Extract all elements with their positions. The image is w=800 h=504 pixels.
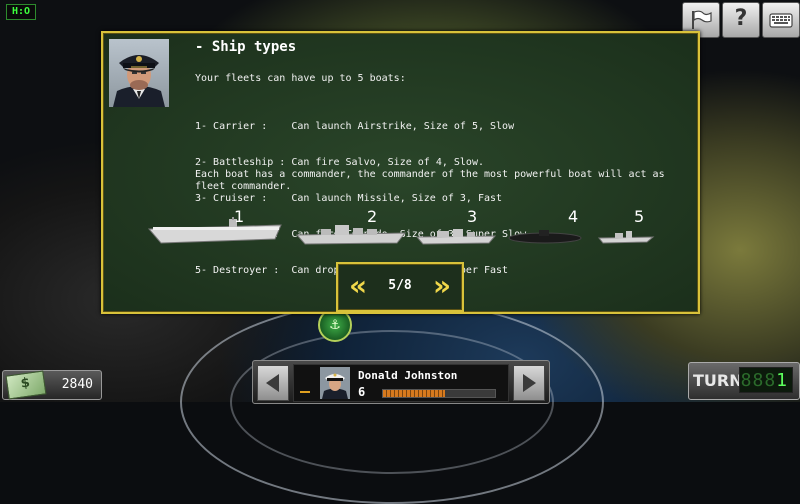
ship-type-cruiser: 3- Cruiser : Can launch Missile, Size of… — [195, 193, 503, 204]
page-navigator: « 5/8 » — [336, 262, 464, 312]
next-page-button[interactable]: » — [428, 270, 456, 304]
ship-number-5: 5 — [634, 207, 645, 226]
submarine-ship-icon — [508, 230, 582, 244]
turn-number: 1 — [776, 370, 788, 391]
turn-label: TURN — [693, 371, 743, 390]
commander-avatar — [320, 367, 350, 399]
arrow-left-icon — [266, 374, 279, 392]
ship-number-4: 4 — [568, 207, 579, 226]
cash-icon — [5, 370, 47, 400]
ship-number-2: 2 — [367, 207, 378, 226]
commander-level: 6 — [358, 385, 366, 399]
keyboard-icon — [769, 13, 793, 28]
rank-indicator — [300, 391, 310, 393]
turn-counter: TURN 8881 — [688, 362, 800, 400]
commander-info[interactable]: Donald Johnston 6 — [293, 364, 509, 402]
experience-bar — [382, 389, 496, 398]
ship-type-battleship: 2- Battleship : Can fire Salvo, Size of … — [195, 157, 484, 168]
ship-number-3: 3 — [467, 207, 478, 226]
cruiser-ship-icon — [415, 229, 497, 245]
turn-digits-dim: 888 — [740, 370, 777, 391]
admiral-portrait — [109, 39, 169, 107]
commander-name: Donald Johnston — [358, 369, 458, 382]
help-icon: ? — [734, 6, 748, 31]
arrow-right-icon — [523, 374, 536, 392]
battleship-ship-icon — [295, 225, 407, 245]
help-button[interactable]: ? — [722, 2, 760, 38]
turn-display: 8881 — [739, 367, 793, 393]
intro-text: Your fleets can have up to 5 boats: — [195, 73, 406, 84]
ship-number-1: 1 — [234, 207, 245, 226]
flag-icon — [692, 10, 712, 29]
carrier-ship-icon — [147, 217, 282, 244]
commander-bar: Donald Johnston 6 — [252, 360, 550, 404]
money-amount: 2840 — [61, 377, 93, 392]
destroyer-ship-icon — [597, 231, 655, 244]
ship-type-carrier: 1- Carrier : Can launch Airstrike, Size … — [195, 121, 515, 132]
panel-title: - Ship types — [195, 39, 297, 55]
next-commander-button[interactable] — [513, 365, 545, 401]
money-display: 2840 — [2, 370, 102, 400]
prev-commander-button[interactable] — [257, 365, 289, 401]
experience-fill — [383, 390, 445, 397]
commander-note: Each boat has a commander, the commander… — [195, 169, 665, 192]
game-logo: H:O — [6, 4, 36, 20]
keyboard-button[interactable] — [762, 2, 800, 38]
